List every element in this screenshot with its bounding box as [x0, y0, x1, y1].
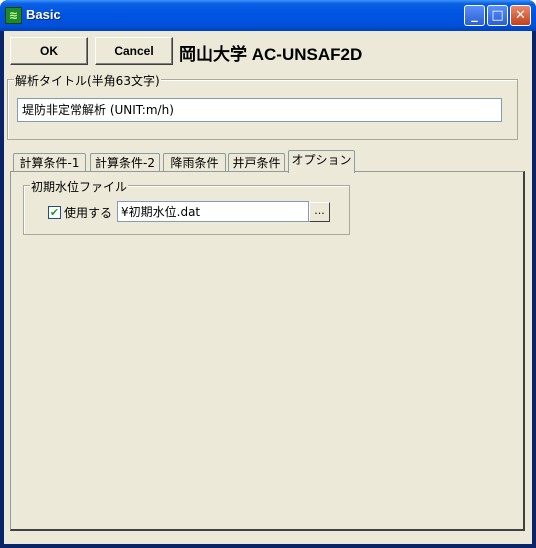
- title-bar[interactable]: ≋ Basic _ □ ✕: [0, 0, 536, 31]
- initial-water-level-file-input[interactable]: ¥初期水位.dat: [117, 201, 309, 222]
- browse-button[interactable]: ...: [309, 202, 330, 222]
- options-tab-panel: 初期水位ファイル ✔ 使用する ¥初期水位.dat ...: [10, 171, 525, 531]
- tab-options[interactable]: オプション: [288, 150, 355, 173]
- app-icon[interactable]: ≋: [5, 7, 22, 24]
- use-file-label[interactable]: 使用する: [64, 204, 112, 221]
- use-file-checkbox[interactable]: ✔: [48, 206, 61, 219]
- close-button[interactable]: ✕: [510, 5, 531, 26]
- dialog-client-area: OK Cancel 岡山大学 AC-UNSAF2D 解析タイトル(半角63文字)…: [4, 31, 532, 544]
- program-heading: 岡山大学 AC-UNSAF2D: [179, 45, 363, 64]
- analysis-title-input[interactable]: 堤防非定常解析 (UNIT:m/h): [17, 98, 502, 122]
- dialog-window: ≋ Basic _ □ ✕ OK Cancel 岡山大学 AC-UNSAF2D …: [0, 0, 536, 548]
- minimize-button[interactable]: _: [464, 5, 485, 26]
- analysis-title-group-label: 解析タイトル(半角63文字): [14, 72, 161, 89]
- tab-calc-cond-1[interactable]: 計算条件-1: [13, 153, 86, 172]
- tab-well-cond[interactable]: 井戸条件: [228, 153, 285, 172]
- ok-button[interactable]: OK: [10, 37, 88, 65]
- initial-water-level-group-label: 初期水位ファイル: [30, 178, 129, 195]
- cancel-button[interactable]: Cancel: [95, 37, 173, 65]
- tab-rain-cond[interactable]: 降雨条件: [163, 153, 226, 172]
- maximize-button[interactable]: □: [487, 5, 508, 26]
- tab-calc-cond-2[interactable]: 計算条件-2: [90, 153, 160, 172]
- window-title: Basic: [26, 7, 61, 22]
